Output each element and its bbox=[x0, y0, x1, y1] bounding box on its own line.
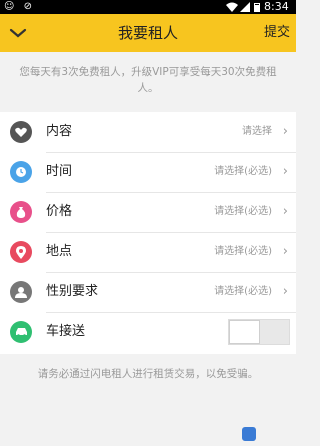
row-location[interactable]: 地点 请选择(必选) › bbox=[0, 232, 296, 272]
row-label: 车接送 bbox=[46, 324, 86, 339]
row-label: 性别要求 bbox=[46, 284, 99, 299]
row-gender[interactable]: 性别要求 请选择(必选) › bbox=[0, 272, 296, 312]
row-value: 请选择(必选) bbox=[214, 286, 272, 297]
pickup-toggle[interactable] bbox=[228, 319, 290, 345]
watermark-logo bbox=[242, 426, 292, 442]
free-quota-notice: 您每天有3次免费租人，升级VIP可享受每天30次免费租人。 bbox=[19, 66, 277, 94]
row-price[interactable]: 价格 请选择(必选) › bbox=[0, 192, 296, 232]
row-value: 请选择 bbox=[242, 126, 272, 137]
page-title: 我要租人 bbox=[117, 24, 178, 42]
status-time: 8:34 bbox=[264, 0, 289, 13]
status-icons: ☺ ⊘ bbox=[4, 1, 35, 12]
clock-icon bbox=[10, 161, 32, 183]
header-bar: 我要租人 提交 bbox=[0, 14, 296, 52]
battery-icon bbox=[254, 3, 260, 12]
chevron-right-icon: › bbox=[282, 204, 288, 219]
row-label: 时间 bbox=[46, 164, 73, 179]
row-time[interactable]: 时间 请选择(必选) › bbox=[0, 152, 296, 192]
location-pin-icon bbox=[10, 241, 32, 263]
chevron-right-icon: › bbox=[282, 284, 288, 299]
toggle-knob bbox=[229, 320, 260, 344]
row-pickup: 车接送 bbox=[0, 312, 296, 352]
row-value: 请选择(必选) bbox=[214, 246, 272, 257]
row-label: 内容 bbox=[46, 124, 73, 139]
row-label: 地点 bbox=[46, 244, 73, 259]
chevron-right-icon: › bbox=[282, 244, 288, 259]
form-list: 内容 请选择 › 时间 请选择(必选) › 价格 请选择(必选) › 地点 请选… bbox=[0, 112, 296, 354]
safety-note: 请务必通过闪电租人进行租赁交易，以免受骗。 bbox=[37, 368, 259, 380]
chevron-right-icon: › bbox=[282, 124, 288, 139]
signal-icon bbox=[240, 2, 250, 12]
money-bag-icon bbox=[10, 201, 32, 223]
car-icon bbox=[10, 321, 32, 343]
row-content[interactable]: 内容 请选择 › bbox=[0, 112, 296, 152]
status-bar: ☺ ⊘ 8:34 bbox=[0, 0, 296, 14]
watermark-mark bbox=[242, 427, 256, 441]
wifi-icon bbox=[226, 2, 238, 12]
heart-icon bbox=[10, 121, 32, 143]
row-label: 价格 bbox=[46, 204, 73, 219]
person-icon bbox=[10, 281, 32, 303]
submit-button[interactable]: 提交 bbox=[264, 14, 290, 52]
row-value: 请选择(必选) bbox=[214, 206, 272, 217]
row-value: 请选择(必选) bbox=[214, 166, 272, 177]
chevron-right-icon: › bbox=[282, 164, 288, 179]
